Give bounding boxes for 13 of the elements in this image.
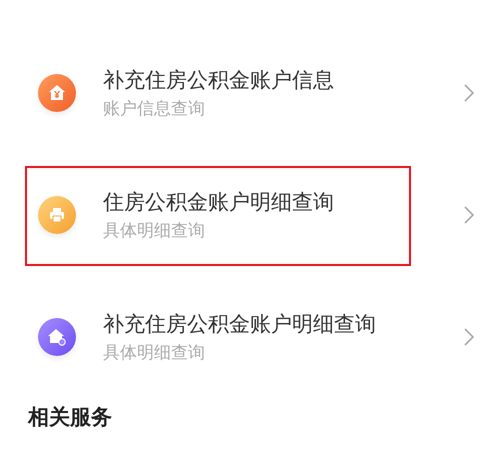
printer-icon — [38, 196, 76, 234]
item-subtitle: 账户信息查询 — [103, 98, 206, 120]
item-subtitle: 具体明细查询 — [103, 342, 206, 364]
section-title: 相关服务 — [26, 404, 113, 431]
chevron-right-icon[interactable] — [464, 84, 474, 102]
chevron-right-icon[interactable] — [464, 206, 474, 224]
item-title[interactable]: 补充住房公积金账户信息 — [103, 66, 464, 94]
item-subtitle: 具体明细查询 — [103, 220, 206, 242]
house-icon — [38, 74, 76, 112]
house-icon — [38, 318, 76, 356]
item-title[interactable]: 补充住房公积金账户明细查询 — [103, 310, 464, 338]
chevron-right-icon[interactable] — [464, 328, 474, 346]
item-title[interactable]: 住房公积金账户明细查询 — [103, 188, 464, 216]
